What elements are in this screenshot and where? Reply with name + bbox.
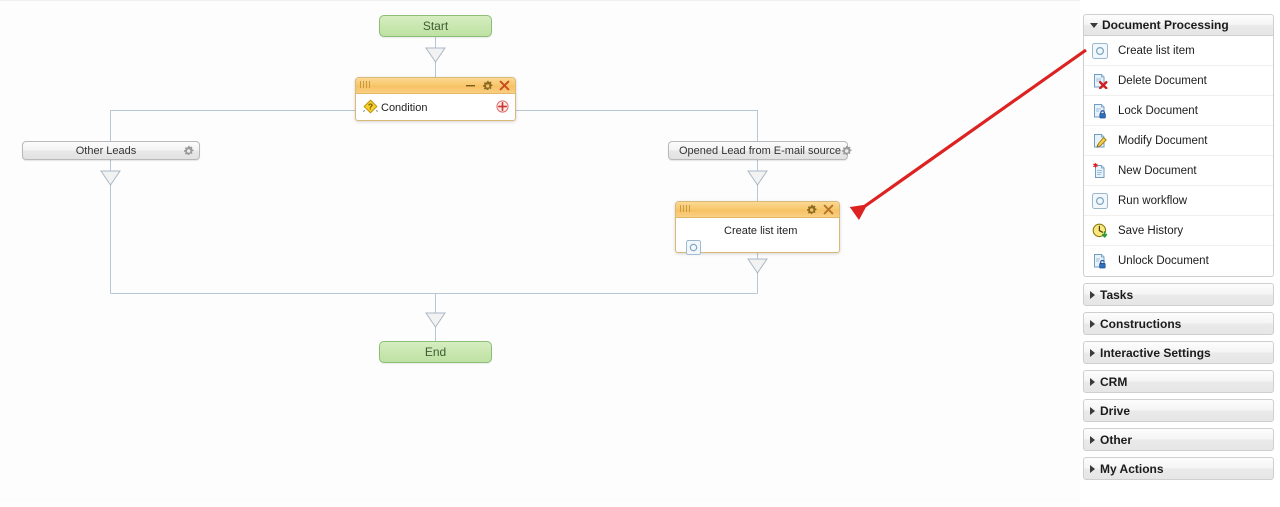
sidebar-group-title: Document Processing: [1102, 18, 1229, 32]
sidebar-group-title: Drive: [1100, 403, 1131, 418]
sidebar-item-create-list-item[interactable]: Create list item: [1084, 36, 1273, 66]
branch-label: Other Leads: [75, 144, 137, 157]
run-workflow-icon: [1091, 192, 1109, 210]
delete-document-icon: [1091, 72, 1109, 90]
sidebar-group-title: Constructions: [1100, 316, 1182, 331]
close-icon[interactable]: [499, 80, 510, 91]
sidebar-group-document-processing: Document Processing Create list item Del…: [1083, 14, 1274, 277]
minimize-icon[interactable]: [465, 80, 476, 91]
workflow-designer: Start ? Condition Other Leads Opened Lea…: [0, 0, 1280, 507]
sidebar-group-my-actions: My Actions: [1083, 457, 1274, 480]
chevron-right-icon: [1090, 435, 1095, 444]
sidebar-group-header[interactable]: Constructions: [1083, 312, 1274, 335]
start-node-label: Start: [422, 19, 449, 33]
sidebar-item-label: Run workflow: [1118, 194, 1188, 207]
condition-node[interactable]: ? Condition: [355, 77, 516, 121]
add-branch-icon[interactable]: [496, 100, 509, 113]
chevron-right-icon: [1090, 290, 1095, 299]
sidebar-item-delete-document[interactable]: Delete Document: [1084, 66, 1273, 96]
drag-grip-icon[interactable]: [360, 81, 376, 90]
sidebar-item-unlock-document[interactable]: Unlock Document: [1084, 246, 1273, 276]
sidebar-group-tasks: Tasks: [1083, 283, 1274, 306]
condition-node-header[interactable]: [356, 78, 515, 94]
sidebar-group-title: Other: [1100, 432, 1133, 447]
sidebar-item-new-document[interactable]: New Document: [1084, 156, 1273, 186]
sidebar-group-title: My Actions: [1100, 461, 1164, 476]
sidebar-item-label: Unlock Document: [1118, 255, 1209, 267]
save-history-icon: [1091, 222, 1109, 240]
sidebar-group-header[interactable]: Document Processing: [1083, 14, 1274, 36]
workflow-connectors: [100, 37, 768, 341]
gear-icon[interactable]: [179, 141, 197, 160]
sidebar-group-header[interactable]: CRM: [1083, 370, 1274, 393]
start-node[interactable]: Start: [379, 15, 492, 37]
gear-icon[interactable]: [806, 204, 817, 215]
condition-node-body: ? Condition: [356, 94, 515, 136]
sidebar-item-label: Lock Document: [1118, 104, 1198, 117]
create-list-item-node[interactable]: Create list item: [675, 201, 840, 255]
sidebar-group-constructions: Constructions: [1083, 312, 1274, 335]
end-node-label: End: [424, 345, 447, 359]
create-list-item-node-header[interactable]: [676, 202, 839, 218]
chevron-right-icon: [1090, 464, 1095, 473]
chevron-right-icon: [1090, 406, 1095, 415]
sidebar-group-interactive-settings: Interactive Settings: [1083, 341, 1274, 364]
sidebar-item-label: Modify Document: [1118, 134, 1208, 147]
sidebar-item-run-workflow[interactable]: Run workflow: [1084, 186, 1273, 216]
condition-node-title: Condition: [381, 102, 428, 114]
chevron-right-icon: [1090, 348, 1095, 357]
branch-label: Opened Lead from E-mail source: [679, 144, 842, 157]
end-node[interactable]: End: [379, 341, 492, 363]
sidebar-item-label: Create list item: [1118, 44, 1195, 57]
sidebar-group-drive: Drive: [1083, 399, 1274, 422]
chevron-down-icon: [1090, 22, 1098, 28]
sidebar-item-lock-document[interactable]: Lock Document: [1084, 96, 1273, 126]
actions-sidebar[interactable]: Document Processing Create list item Del…: [1080, 0, 1280, 507]
workflow-canvas[interactable]: Start ? Condition Other Leads Opened Lea…: [0, 0, 1080, 507]
create-list-item-node-body: Create list item: [676, 218, 839, 268]
sidebar-group-header[interactable]: Other: [1083, 428, 1274, 451]
sidebar-group-header[interactable]: Drive: [1083, 399, 1274, 422]
gear-icon[interactable]: [482, 80, 493, 91]
sidebar-group-header[interactable]: Tasks: [1083, 283, 1274, 306]
lock-document-icon: [1091, 102, 1109, 120]
condition-diamond-icon: ?: [363, 99, 378, 117]
close-icon[interactable]: [823, 204, 834, 215]
sidebar-item-label: Delete Document: [1118, 74, 1207, 87]
svg-text:?: ?: [368, 102, 373, 112]
sidebar-item-label: Save History: [1118, 224, 1184, 237]
sidebar-group-header[interactable]: My Actions: [1083, 457, 1274, 480]
chevron-right-icon: [1090, 377, 1095, 386]
sidebar-item-save-history[interactable]: Save History: [1084, 216, 1273, 246]
create-list-item-icon: [686, 240, 701, 258]
new-document-icon: [1091, 162, 1109, 180]
create-list-item-node-title: Create list item: [724, 225, 798, 237]
branch-chip-other-leads[interactable]: Other Leads: [22, 141, 200, 160]
sidebar-group-header[interactable]: Interactive Settings: [1083, 341, 1274, 364]
sidebar-group-body: Create list item Delete Document Lock Do…: [1083, 36, 1274, 277]
unlock-document-icon: [1091, 252, 1109, 270]
sidebar-group-crm: CRM: [1083, 370, 1274, 393]
sidebar-group-title: Interactive Settings: [1100, 345, 1211, 360]
sidebar-item-modify-document[interactable]: Modify Document: [1084, 126, 1273, 156]
sidebar-group-other: Other: [1083, 428, 1274, 451]
drag-grip-icon[interactable]: [680, 205, 696, 214]
sidebar-item-label: New Document: [1118, 164, 1197, 177]
create-list-item-icon: [1091, 42, 1109, 60]
modify-document-icon: [1091, 132, 1109, 150]
sidebar-group-title: Tasks: [1100, 287, 1134, 302]
gear-icon[interactable]: [841, 141, 852, 160]
chevron-right-icon: [1090, 319, 1095, 328]
branch-chip-opened-lead[interactable]: Opened Lead from E-mail source: [668, 141, 852, 160]
sidebar-group-title: CRM: [1100, 374, 1128, 389]
